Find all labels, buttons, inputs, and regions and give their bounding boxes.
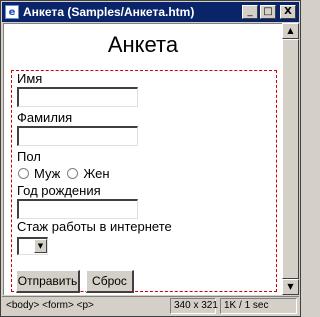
scroll-down-button[interactable]: ▼ xyxy=(282,279,299,295)
scroll-up-button[interactable]: ▲ xyxy=(282,23,299,39)
reset-button[interactable]: Сброс xyxy=(86,270,134,293)
document-icon: e xyxy=(5,5,19,19)
birth-year-field[interactable] xyxy=(17,199,138,219)
window-size-field[interactable]: 340 x 321 xyxy=(170,298,218,314)
gender-label: Пол xyxy=(17,149,41,164)
gender-radio-group: Муж Жен xyxy=(17,166,116,181)
surname-label: Фамилия xyxy=(17,110,73,125)
vertical-scrollbar[interactable]: ▲ ▼ xyxy=(282,23,299,295)
surname-field[interactable] xyxy=(17,126,138,146)
chevron-down-icon[interactable]: ▼ xyxy=(34,239,47,253)
submit-button[interactable]: Отправить xyxy=(16,270,80,293)
status-bar: <body> <form> <p> 340 x 321 1K / 1 sec xyxy=(2,296,299,316)
experience-label: Стаж работы в интернете xyxy=(17,219,172,234)
download-size-field: 1K / 1 sec xyxy=(220,298,297,314)
title-bar[interactable]: e Анкета (Samples/Анкета.htm) _ □ X xyxy=(2,2,299,22)
scroll-thumb[interactable] xyxy=(282,39,299,279)
gender-female-radio[interactable] xyxy=(67,168,79,179)
page-title: Анкета xyxy=(107,32,179,57)
window-title: Анкета (Samples/Анкета.htm) xyxy=(23,5,195,19)
experience-select[interactable]: ▼ xyxy=(17,237,48,255)
maximize-button[interactable]: □ xyxy=(260,5,276,19)
name-field[interactable] xyxy=(17,87,138,107)
form-outline[interactable]: Имя Фамилия Пол Муж Жен Год рождения Ста… xyxy=(11,70,277,293)
design-view[interactable]: Анкета Имя Фамилия Пол Муж Жен Год рожде… xyxy=(3,23,282,295)
tag-selector[interactable]: <body> <form> <p> xyxy=(6,300,94,311)
name-label: Имя xyxy=(17,71,43,86)
minimize-button[interactable]: _ xyxy=(242,5,258,19)
gender-female-label: Жен xyxy=(83,166,110,181)
close-button[interactable]: X xyxy=(280,5,296,19)
gender-male-radio[interactable] xyxy=(18,168,29,179)
document-window: e Анкета (Samples/Анкета.htm) _ □ X Анке… xyxy=(0,0,301,317)
gender-male-label: Муж xyxy=(34,166,61,181)
birth-year-label: Год рождения xyxy=(17,183,101,198)
